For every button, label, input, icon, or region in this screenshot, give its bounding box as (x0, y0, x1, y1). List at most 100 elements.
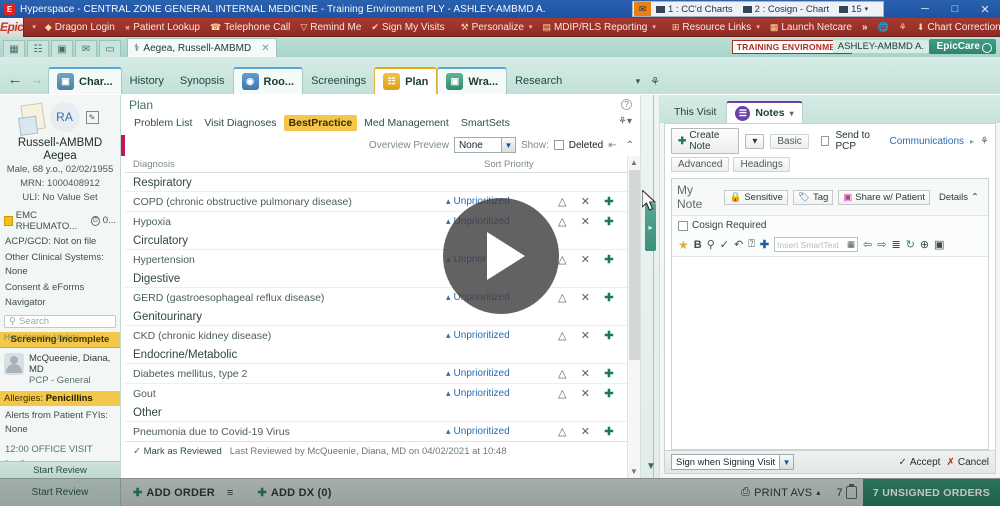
delete-icon[interactable]: ✕ (581, 367, 590, 380)
maximize-button[interactable]: □ (940, 0, 970, 18)
epic-menu-caret[interactable]: ▾ (26, 18, 40, 37)
cancel-button[interactable]: ✗ Cancel (946, 457, 989, 468)
basic-button[interactable]: Basic (770, 133, 809, 149)
insert-icon[interactable]: ✚ (760, 238, 769, 251)
sign-option-select[interactable]: Sign when Signing Visit ▼ (671, 454, 795, 470)
tag-button[interactable]: 🏷 Tag (792, 189, 834, 205)
search-input[interactable]: ⚲ Search (4, 314, 116, 328)
panel-splitter[interactable]: ▸ ▼ (640, 95, 660, 478)
deleted-checkbox[interactable] (553, 140, 564, 150)
advanced-button[interactable]: Advanced (671, 157, 730, 172)
overview-icon[interactable]: △ (558, 329, 566, 342)
play-button-icon[interactable] (443, 198, 559, 314)
subtab-smartsets[interactable]: SmartSets (456, 115, 515, 131)
consent-eforms-navigator[interactable]: Consent & eForms Navigator (0, 280, 120, 311)
send-to-pcp-checkbox[interactable] (820, 136, 830, 146)
toolbar-item-personalize[interactable]: ⚒ Personalize ▾ (456, 18, 538, 37)
order-sets-button[interactable]: ≡ (227, 487, 246, 499)
next-wildcard-icon[interactable]: ⇨ (877, 238, 886, 251)
help-icon[interactable]: ? (621, 99, 632, 110)
allergies-banner[interactable]: Allergies: Penicillins (0, 390, 120, 406)
in-basket-icon[interactable]: ✉ (634, 2, 651, 16)
workspace-icon-chat[interactable]: ▭ (99, 40, 121, 57)
chevron-down-icon[interactable]: ▾ (790, 109, 794, 118)
accept-button[interactable]: ✓ Accept (899, 457, 941, 468)
pcp-block[interactable]: McQueenie, Diana, MD PCP - General (0, 348, 120, 391)
share-with-patient-button[interactable]: ▣ Share w/ Patient (838, 189, 930, 205)
pending-items-indicator[interactable]: 7 (837, 484, 857, 499)
add-order-button[interactable]: ✚ ADD ORDER (121, 486, 227, 500)
delete-icon[interactable]: ✕ (581, 215, 590, 228)
epic-logo-button[interactable]: Epic (0, 17, 25, 37)
overview-preview-select[interactable]: None ▼ (453, 137, 516, 153)
scroll-down-button[interactable]: ▼ (628, 465, 640, 478)
headings-button[interactable]: Headings (733, 157, 790, 172)
chevron-down-icon[interactable]: ▼ (500, 138, 515, 152)
toolbar-item-patient-lookup[interactable]: ⚹ Patient Lookup (120, 18, 205, 37)
subtab-problem-list[interactable]: Problem List (129, 115, 197, 131)
in-basket-item-ccd-charts[interactable]: 1 : CC'd Charts (656, 4, 733, 15)
delete-icon[interactable]: ✕ (581, 195, 590, 208)
undo-icon[interactable]: ↶ (734, 238, 743, 251)
splitter-collapse-icon[interactable]: ▼ (646, 461, 656, 472)
collapse-icon[interactable]: ⇤ (608, 140, 616, 151)
close-icon[interactable]: ✕ (261, 43, 269, 54)
toolbar-overflow-button[interactable]: » (857, 18, 873, 37)
workspace-icon-calendar[interactable]: ▦ (3, 40, 25, 57)
table-row[interactable]: Gout ▴Unprioritized △ ✕ ✚ » (125, 383, 640, 403)
chevron-down-icon[interactable]: ▾ (636, 76, 641, 87)
chevron-up-icon[interactable]: ⌃ (626, 140, 634, 151)
sidebar-start-review-button[interactable]: Start Review (0, 461, 120, 478)
table-row[interactable]: Hypertension ▴Unprioritized △ ✕ ✚ » (125, 249, 640, 269)
overview-icon[interactable]: △ (558, 367, 566, 380)
cosign-required-checkbox[interactable] (678, 220, 688, 231)
search-icon[interactable]: ⚲ (707, 238, 715, 251)
scrollbar[interactable]: ▲ ▼ (627, 156, 640, 478)
forward-button[interactable]: → (26, 64, 48, 94)
chevron-right-icon[interactable]: ▸ (970, 137, 974, 146)
add-icon[interactable]: ✚ (604, 215, 613, 228)
create-note-dropdown[interactable]: ▾ (745, 133, 765, 149)
delete-icon[interactable]: ✕ (581, 253, 590, 266)
activity-tab-research[interactable]: Research (507, 67, 570, 94)
toolbar-item-chart-correction[interactable]: ⬇ Chart Correction ▾ (912, 18, 1000, 37)
page-icon[interactable]: ▣ (934, 238, 944, 251)
spellcheck-icon[interactable]: ✓ (720, 238, 729, 251)
subtab-visit-diagnoses[interactable]: Visit Diagnoses (199, 115, 281, 131)
add-icon[interactable]: ✚ (604, 253, 613, 266)
bottom-start-review-button[interactable]: Start Review (0, 479, 121, 506)
toolbar-item-telephone-call[interactable]: ☎ Telephone Call (205, 18, 295, 37)
back-button[interactable]: ← (4, 64, 26, 94)
wrench-icon[interactable]: ⚘ (980, 136, 989, 147)
table-row[interactable]: Pneumonia due to Covid-19 Virus ▴ Unprior… (125, 421, 640, 441)
note-text-editor[interactable] (672, 256, 988, 449)
coverage-row[interactable]: EMC RHEUMATO... ⏱ 0... (0, 208, 120, 234)
table-row[interactable]: GERD (gastroesophageal reflux disease) ▴… (125, 287, 640, 307)
delete-icon[interactable]: ✕ (581, 329, 590, 342)
scroll-up-button[interactable]: ▲ (628, 156, 640, 169)
toolbar-item-sign-my-visits[interactable]: ✔ Sign My Visits (366, 18, 449, 37)
mark-as-reviewed-button[interactable]: ✓ Mark as Reviewed (133, 446, 222, 457)
patient-tab[interactable]: ⚕ Aegea, Russell-AMBMD ✕ (127, 38, 277, 57)
smarttext-input[interactable]: Insert SmartText ▦ (774, 237, 859, 252)
add-icon[interactable]: ✚ (604, 291, 613, 304)
refresh-icon[interactable]: ↻ (906, 238, 915, 251)
chevron-down-icon[interactable]: ▼ (779, 455, 794, 469)
toolbar-item-resource-links[interactable]: ⊞ Resource Links ▾ (667, 18, 765, 37)
create-note-button[interactable]: ✚ Create Note (671, 128, 740, 154)
edit-icon[interactable]: ✎ (85, 110, 99, 124)
print-avs-button[interactable]: ⎙ PRINT AVS ▴ (741, 486, 820, 499)
favorites-star-icon[interactable]: ★ (678, 238, 689, 252)
workspace-icon-inbasket[interactable]: ✉ (75, 40, 97, 57)
close-button[interactable]: ✕ (970, 0, 1000, 18)
workspace-icon-image[interactable]: ▣ (51, 40, 73, 57)
overview-icon[interactable]: △ (558, 253, 566, 266)
chevron-up-icon[interactable]: ▴ (816, 488, 820, 497)
smarttext-picker-icon[interactable]: ▦ (847, 239, 855, 250)
toolbar-globe-button[interactable]: 🌐 (873, 18, 894, 37)
communications-link[interactable]: Communications (890, 136, 964, 147)
add-icon[interactable]: ✚ (604, 387, 613, 400)
module-badge-epiccare[interactable]: EpicCare (928, 39, 996, 54)
delete-icon[interactable]: ✕ (581, 425, 590, 438)
chevron-down-icon[interactable]: ▾ (865, 5, 869, 13)
